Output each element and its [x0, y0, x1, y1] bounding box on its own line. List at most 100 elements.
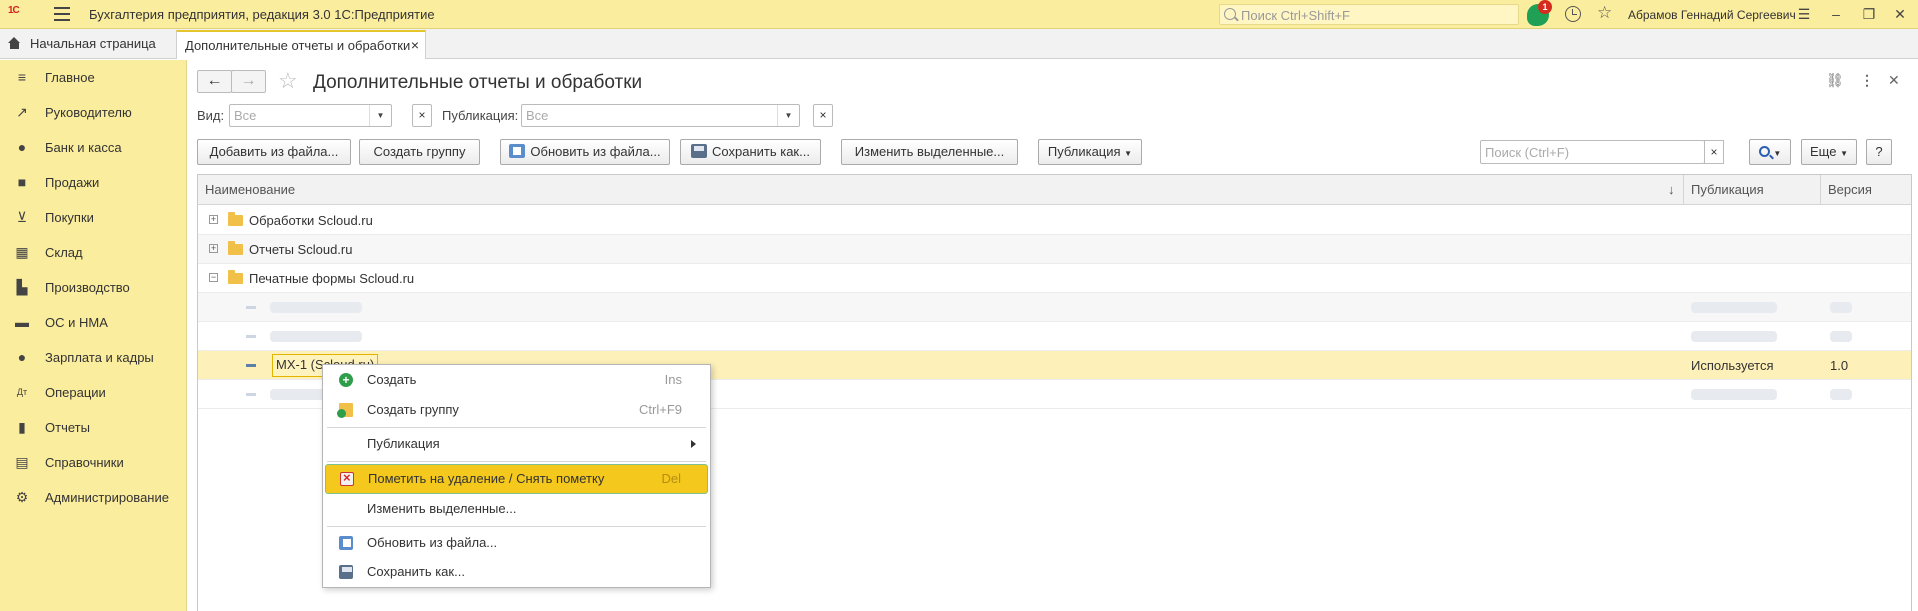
- table-row-redacted[interactable]: [198, 322, 1911, 351]
- column-header-name[interactable]: Наименование: [198, 175, 1684, 205]
- menu-item-mark-deletion[interactable]: Пометить на удаление / Снять пометку Del: [325, 464, 708, 494]
- sidebar-item-label: Производство: [45, 280, 130, 295]
- menu-separator: [327, 461, 706, 462]
- expand-icon[interactable]: +: [209, 215, 218, 224]
- item-icon: [246, 364, 256, 367]
- sidebar-item-label: Главное: [45, 70, 95, 85]
- item-icon: [246, 306, 256, 309]
- table-search-input[interactable]: Поиск (Ctrl+F): [1480, 140, 1705, 164]
- redacted-text: [1830, 389, 1852, 400]
- publication-filter-clear[interactable]: ×: [813, 104, 833, 127]
- menu-item-label: Обновить из файла...: [367, 535, 498, 550]
- sidebar-item-label: Руководителю: [45, 105, 132, 120]
- sidebar-item-warehouse[interactable]: ▦ Склад: [0, 235, 187, 270]
- menu-item-label: Сохранить как...: [367, 564, 465, 579]
- sidebar-item-label: Администрирование: [45, 490, 169, 505]
- column-header-version[interactable]: Версия: [1821, 175, 1911, 205]
- update-from-file-button[interactable]: Обновить из файла...: [500, 139, 670, 165]
- publication-menu-button[interactable]: Публикация ▼: [1038, 139, 1142, 165]
- menu-item-label: Создать: [367, 372, 417, 387]
- sidebar-item-sales[interactable]: ■ Продажи: [0, 165, 187, 200]
- item-icon: [246, 393, 256, 396]
- add-icon: +: [339, 373, 353, 387]
- sidebar-item-operations[interactable]: Дт Операции: [0, 375, 187, 410]
- create-group-button[interactable]: Создать группу: [359, 139, 480, 165]
- back-button[interactable]: ←: [197, 70, 232, 93]
- redacted-text: [1691, 389, 1777, 400]
- link-icon[interactable]: ⛓: [1826, 72, 1844, 89]
- search-options-button[interactable]: ▼: [1749, 139, 1791, 165]
- add-favorite-icon[interactable]: ☆: [278, 68, 298, 94]
- tab-home[interactable]: Начальная страница: [8, 36, 156, 51]
- row-name: Печатные формы Scloud.ru: [249, 271, 415, 286]
- user-name[interactable]: Абрамов Геннадий Сергеевич: [1628, 8, 1796, 22]
- global-search-input[interactable]: Поиск Ctrl+Shift+F: [1219, 4, 1519, 25]
- menu-item-publication[interactable]: Публикация: [323, 430, 710, 458]
- expand-icon[interactable]: +: [209, 244, 218, 253]
- tab-additional-reports[interactable]: Дополнительные отчеты и обработки ×: [176, 30, 426, 59]
- column-header-publication[interactable]: Публикация: [1684, 175, 1821, 205]
- favorites-icon[interactable]: ☆: [1597, 3, 1612, 23]
- folder-icon: [228, 241, 243, 255]
- settings-menu-icon[interactable]: ☰: [1793, 4, 1815, 24]
- sidebar-item-manager[interactable]: ↗ Руководителю: [0, 95, 187, 130]
- add-from-file-button[interactable]: Добавить из файла...: [197, 139, 351, 165]
- chart-icon: ▮: [18, 419, 26, 435]
- menu-item-change-selected[interactable]: Изменить выделенные...: [323, 495, 710, 523]
- close-tab-icon[interactable]: ×: [411, 37, 419, 53]
- table-row-redacted[interactable]: [198, 293, 1911, 322]
- save-as-button[interactable]: Сохранить как...: [680, 139, 821, 165]
- menu-item-update-from-file[interactable]: Обновить из файла...: [323, 529, 710, 557]
- more-button[interactable]: Еще ▼: [1801, 139, 1857, 165]
- submenu-arrow-icon: [691, 440, 696, 448]
- sidebar-item-admin[interactable]: ⚙ Администрирование: [0, 480, 187, 515]
- row-version: 1.0: [1830, 358, 1849, 373]
- factory-icon: ▙: [16, 279, 28, 295]
- table-row[interactable]: + Отчеты Scloud.ru: [198, 235, 1911, 264]
- menu-item-create-group[interactable]: Создать группу Ctrl+F9: [323, 396, 710, 424]
- history-icon[interactable]: [1565, 6, 1581, 22]
- sidebar-item-fixed-assets[interactable]: ▬ ОС и НМА: [0, 305, 187, 340]
- more-vertical-icon[interactable]: ⋮: [1860, 72, 1874, 89]
- table-search-clear[interactable]: ×: [1704, 140, 1724, 164]
- forward-button[interactable]: →: [231, 70, 266, 93]
- notifications-badge: 1: [1538, 0, 1552, 14]
- sort-desc-icon[interactable]: ↓: [1668, 182, 1675, 197]
- sidebar-item-purchases[interactable]: ⊻ Покупки: [0, 200, 187, 235]
- sidebar-item-label: Банк и касса: [45, 140, 122, 155]
- sidebar-item-main[interactable]: ≡ Главное: [0, 60, 187, 95]
- sidebar-item-production[interactable]: ▙ Производство: [0, 270, 187, 305]
- sidebar-item-salary[interactable]: ● Зарплата и кадры: [0, 340, 187, 375]
- help-button[interactable]: ?: [1866, 139, 1892, 165]
- close-window-icon[interactable]: ✕: [1889, 4, 1911, 24]
- collapse-icon[interactable]: −: [209, 273, 218, 282]
- restore-icon[interactable]: ❐: [1858, 4, 1880, 24]
- sidebar-item-reports[interactable]: ▮ Отчеты: [0, 410, 187, 445]
- change-selected-button[interactable]: Изменить выделенные...: [841, 139, 1018, 165]
- menu-item-save-as[interactable]: Сохранить как...: [323, 558, 710, 586]
- dropdown-icon[interactable]: ▼: [369, 105, 391, 126]
- folder-icon: [228, 212, 243, 226]
- app-logo[interactable]: 1С: [8, 5, 20, 22]
- save-icon: [339, 565, 353, 579]
- gear-icon: ⚙: [15, 489, 29, 505]
- main-menu-icon[interactable]: [54, 7, 70, 21]
- publication-menu-label: Публикация: [1047, 144, 1121, 159]
- sidebar-item-catalogs[interactable]: ▤ Справочники: [0, 445, 187, 480]
- sidebar-item-bank[interactable]: ● Банк и касса: [0, 130, 187, 165]
- menu-item-label: Публикация: [367, 436, 440, 451]
- table-row[interactable]: + Обработки Scloud.ru: [198, 206, 1911, 235]
- publication-filter-select[interactable]: Все ▼: [521, 104, 800, 127]
- redacted-text: [1691, 331, 1777, 342]
- dropdown-icon[interactable]: ▼: [777, 105, 799, 126]
- view-filter-clear[interactable]: ×: [412, 104, 432, 127]
- minimize-icon[interactable]: –: [1825, 4, 1847, 24]
- form-title: Дополнительные отчеты и обработки: [313, 72, 643, 93]
- menu-item-label: Изменить выделенные...: [367, 501, 517, 516]
- home-icon: [8, 37, 21, 49]
- close-form-icon[interactable]: ✕: [1888, 72, 1900, 89]
- table-row[interactable]: − Печатные формы Scloud.ru: [198, 264, 1911, 293]
- menu-item-create[interactable]: + Создать Ins: [323, 366, 710, 394]
- delete-mark-icon: [340, 470, 354, 486]
- view-filter-select[interactable]: Все ▼: [229, 104, 392, 127]
